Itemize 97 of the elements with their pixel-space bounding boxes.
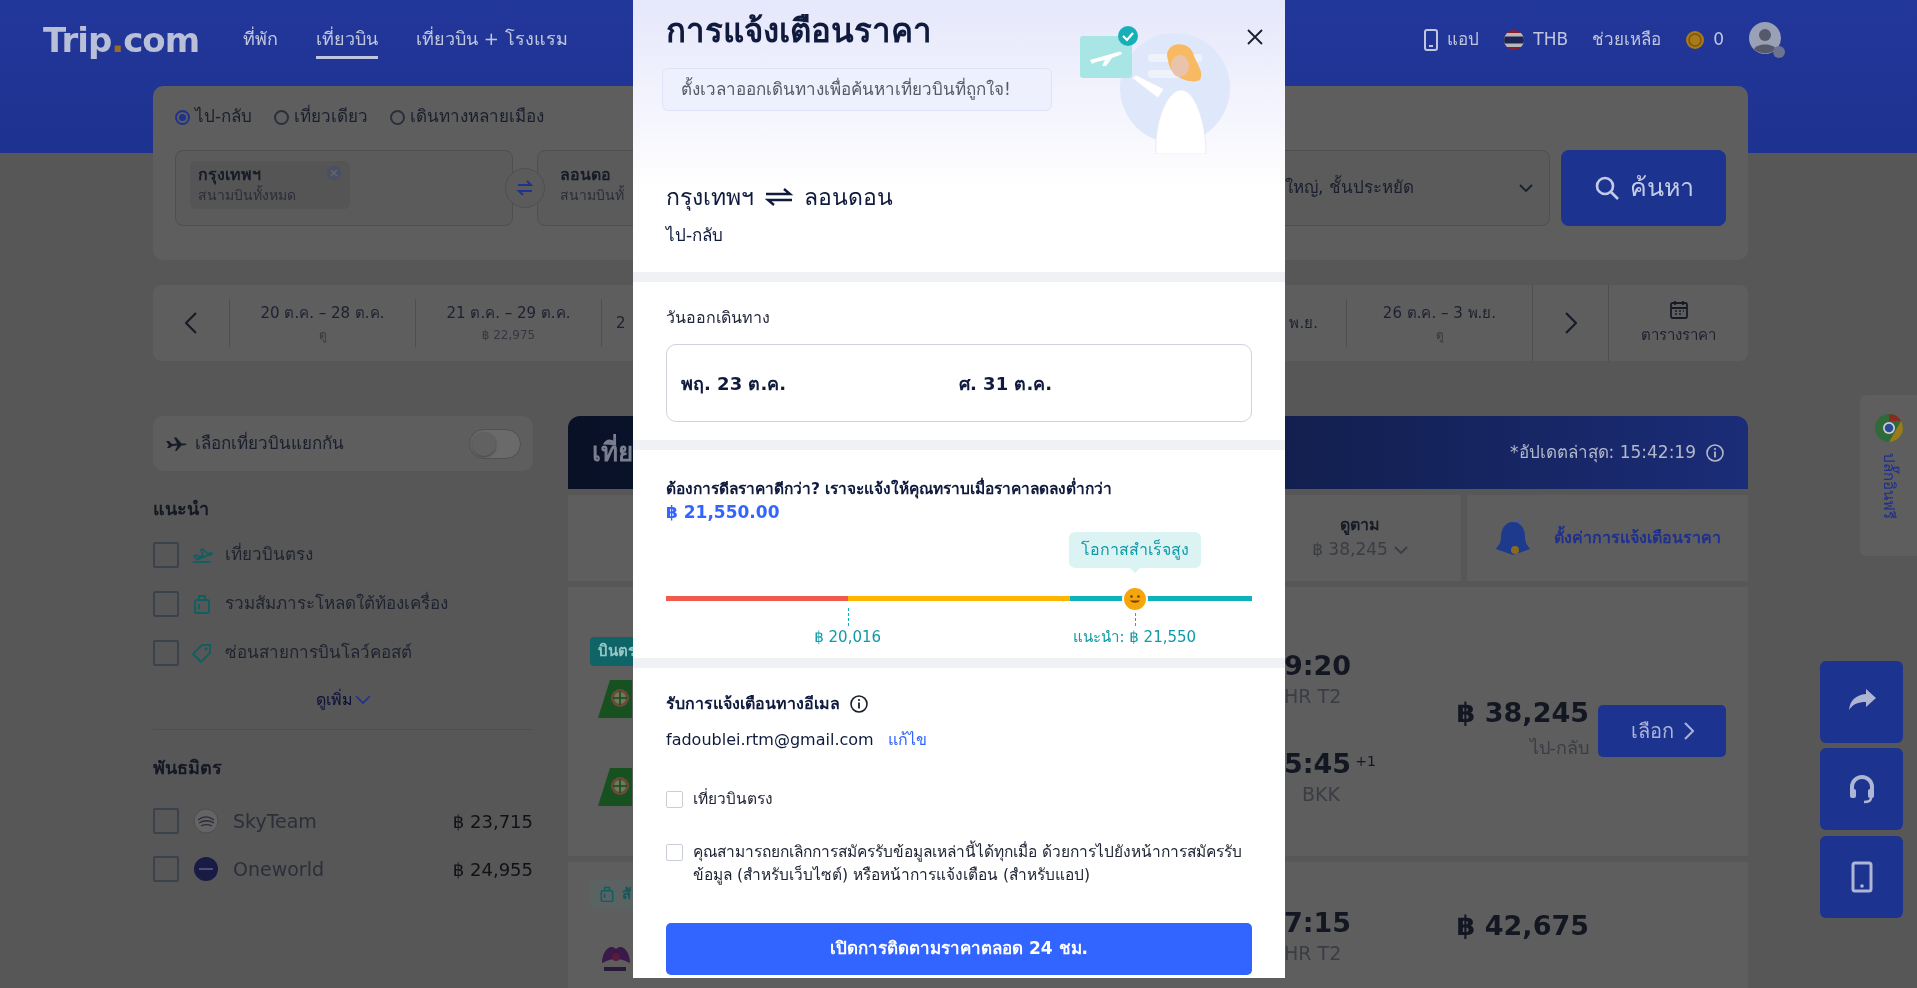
- price-marker: ฿ 20,016: [814, 626, 882, 648]
- chevron-down-icon: [1519, 183, 1533, 193]
- hint-text: ตั้งเวลาออกเดินทางเพื่อค้นหาเที่ยวบินที่ถูกใจ!: [662, 68, 1052, 111]
- logo[interactable]: Trip.com: [43, 14, 200, 66]
- date-range: 21 ต.ค. – 29 ต.ค.: [446, 302, 571, 324]
- filter-label: รวมสัมภาระโหลดใต้ท้องเครื่อง: [225, 590, 448, 615]
- success-tooltip: โอกาสสำเร็จสูง: [1068, 531, 1201, 568]
- alliance-price: ฿ 23,715: [452, 809, 533, 834]
- arrival-time: 5:45: [1284, 748, 1352, 779]
- route-destination: ลอนดอน: [804, 183, 893, 212]
- departure-time: 9:20: [1284, 649, 1353, 683]
- radio-button[interactable]: [175, 109, 190, 125]
- filter-label: ซ่อนสายการบินโลว์คอสต์: [225, 640, 412, 664]
- option-label: เที่ยวบินตรง: [693, 787, 773, 810]
- section-title: พันธมิตร: [153, 756, 223, 780]
- trip-type: ไป-กลับ: [666, 223, 725, 247]
- radio-button[interactable]: [390, 109, 406, 125]
- price-calendar-button[interactable]: ตารางราคา: [1608, 285, 1748, 361]
- currency-link[interactable]: THB: [1533, 27, 1569, 53]
- luggage-icon: [598, 884, 616, 905]
- nav-tab[interactable]: ที่พัก: [243, 21, 279, 59]
- city-name: กรุงเทพฯ: [198, 165, 262, 185]
- departure-time: 7:15: [1284, 906, 1353, 940]
- price-slider-track[interactable]: [666, 595, 1252, 601]
- date-range: 26 ต.ค. – 3 พ.ย.: [1382, 302, 1497, 324]
- airline-tail-icon: [598, 765, 632, 808]
- section-title: รับการแจ้งเตือนทางอีเมล: [666, 692, 840, 715]
- support-button[interactable]: [1820, 748, 1903, 830]
- passenger-text: ใหญ่, ชั้นประหยัด: [1285, 175, 1414, 200]
- app-link[interactable]: แอป: [1447, 27, 1480, 53]
- show-more-link[interactable]: ดูเพิ่ม: [309, 687, 377, 713]
- checkbox[interactable]: [153, 808, 179, 834]
- info-icon: [1706, 443, 1724, 462]
- day-offset: +1: [1355, 753, 1376, 769]
- radio-button[interactable]: [274, 109, 290, 125]
- flag-icon: [1503, 29, 1526, 51]
- email-address: fadoublei.rtm@gmail.com: [666, 728, 874, 751]
- select-button[interactable]: เลือก: [1598, 705, 1726, 757]
- start-tracking-button[interactable]: เปิดการติดตามราคาตลอด 24 ชม.: [666, 922, 1252, 975]
- clear-icon[interactable]: [326, 165, 342, 181]
- banner-title: เที่ย: [592, 433, 633, 472]
- recommended-marker: แนะนำ: ฿ 21,550: [1073, 626, 1197, 648]
- alert-description: ต้องการดีลราคาดีกว่า? เราจะแจ้งให้คุณทราบเมื่อราคาลดลงต่ำกว่า: [666, 478, 1252, 500]
- radio-label[interactable]: เดินทางหลายเมือง: [410, 104, 545, 130]
- section-title: แนะนำ: [153, 497, 210, 521]
- checkbox[interactable]: [153, 639, 179, 666]
- dialog-title: การแจ้งเตือนราคา: [666, 10, 933, 52]
- field-label: วันออกเดินทาง: [666, 307, 771, 329]
- option-label: คุณสามารถยกเลิกการสมัครรับข้อมูลเหล่านี้ได้ทุกเมื่อ ด้วยการไปยังหน้าการสมัครรับข้อมูล (สำหรับเว็บไซต์) หรือหน้าการแจ้งเตือน (สำหรับแอป): [693, 840, 1243, 887]
- toggle-label: เลือกเที่ยวบินแยกกัน: [195, 430, 344, 455]
- luggage-icon: [191, 593, 213, 614]
- search-button[interactable]: ค้นหา: [1561, 150, 1726, 226]
- route-origin: กรุงเทพฯ: [666, 183, 754, 213]
- radio-label[interactable]: ไป-กลับ: [195, 104, 253, 130]
- return-date: ศ. 31 ต.ค.: [959, 371, 1054, 396]
- search-icon: [1593, 175, 1620, 201]
- slider-thumb-icon[interactable]: [1121, 585, 1148, 612]
- checkbox[interactable]: [153, 541, 179, 568]
- update-time: *อัปเดตล่าสุด: 15:42:19: [1510, 440, 1696, 465]
- phone-icon: [1423, 29, 1440, 51]
- coin-icon: [1685, 30, 1706, 50]
- chevron-down-icon: [1393, 545, 1408, 555]
- nav-tab[interactable]: เที่ยวบิน: [316, 21, 379, 59]
- chevron-down-icon: [354, 695, 371, 705]
- tag-icon: [191, 642, 213, 663]
- flight-price: ฿ 42,675: [1455, 909, 1589, 943]
- target-price: ฿ 21,550.00: [666, 501, 781, 524]
- flight-price: ฿ 38,245: [1455, 696, 1589, 730]
- info-icon: [850, 694, 868, 713]
- help-link[interactable]: ช่วยเหลือ: [1592, 27, 1662, 53]
- date-range: 20 ต.ค. – 28 ต.ค.: [260, 302, 385, 324]
- date-range: 2: [616, 312, 626, 334]
- coin-count[interactable]: 0: [1713, 27, 1724, 53]
- edit-link[interactable]: แก้ไข: [887, 727, 927, 752]
- avatar-icon[interactable]: [1748, 21, 1786, 59]
- app-download-button[interactable]: [1820, 836, 1903, 918]
- calendar-icon: [1668, 299, 1689, 320]
- checkbox[interactable]: [153, 590, 179, 617]
- route-arrows-icon: [764, 188, 794, 207]
- alliance-price: ฿ 24,955: [452, 857, 533, 882]
- radio-label[interactable]: เที่ยวเดียว: [294, 104, 369, 130]
- date-range: พ.ย.: [1289, 312, 1318, 334]
- nav-tab[interactable]: เที่ยวบิน + โรงแรม: [416, 21, 568, 59]
- departure-date: พฤ. 23 ต.ค.: [681, 371, 788, 396]
- close-icon: [1246, 27, 1264, 46]
- city-name: ลอนดอ: [560, 165, 612, 185]
- chevron-left-icon: [185, 312, 197, 334]
- share-button[interactable]: [1820, 661, 1903, 743]
- plane-icon: [165, 436, 187, 451]
- chevron-right-icon: [1564, 312, 1577, 334]
- swap-icon: [515, 179, 535, 197]
- filter-label: เที่ยวบินตรง: [225, 541, 313, 566]
- checkbox[interactable]: [153, 856, 179, 882]
- date-field[interactable]: พฤ. 23 ต.ค. ศ. 31 ต.ค.: [666, 344, 1252, 422]
- airline-tail-icon: [598, 677, 632, 720]
- chevron-right-icon: [1683, 722, 1694, 740]
- toggle-switch[interactable]: [469, 428, 521, 459]
